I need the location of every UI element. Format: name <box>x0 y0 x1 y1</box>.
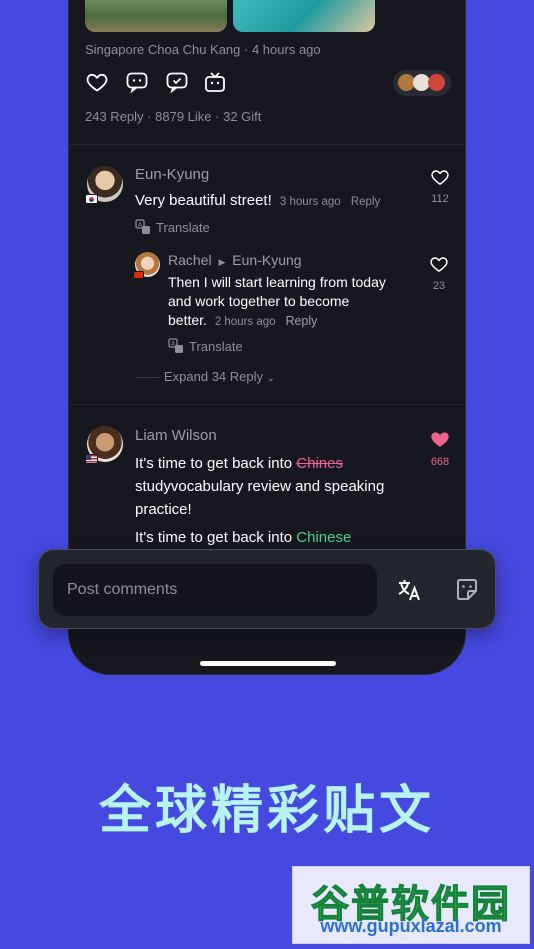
like-count: 112 <box>431 193 449 205</box>
avatar[interactable] <box>85 166 123 204</box>
reply-count[interactable]: 243 Reply <box>85 109 144 124</box>
heart-icon[interactable] <box>429 254 449 274</box>
gift-count[interactable]: 32 Gift <box>223 109 261 124</box>
comment-icon[interactable] <box>125 70 149 94</box>
translate-icon[interactable] <box>395 576 423 604</box>
home-indicator[interactable] <box>200 661 336 666</box>
correction-text: It's time to get back into Chinese <box>135 529 352 546</box>
watermark-url: www.gupuxlazal.com <box>320 916 502 936</box>
reply-like[interactable]: 23 <box>424 254 454 292</box>
translate-button[interactable]: A Translate <box>135 219 210 235</box>
post-photo[interactable] <box>233 0 375 32</box>
heart-icon[interactable] <box>430 167 450 187</box>
comment-time: 3 hours ago <box>279 196 341 208</box>
comment-author[interactable]: Eun-Kyung <box>135 166 209 183</box>
reply-arrow-icon: ▶ <box>218 257 226 267</box>
comment-author[interactable]: Liam Wilson <box>135 427 217 444</box>
reply-button[interactable]: Reply <box>351 196 380 208</box>
like-count: 23 <box>432 280 446 292</box>
comment-composer <box>38 549 496 629</box>
incorrect-word: Chines <box>296 455 343 472</box>
check-message-icon[interactable] <box>165 70 189 94</box>
reply-text: Then I will start learning from today an… <box>168 274 386 328</box>
post-location: Singapore Choa Chu Kang <box>85 42 241 57</box>
gift-icon[interactable] <box>203 70 227 94</box>
like-count: 668 <box>430 456 450 468</box>
post-meta: Singapore Choa Chu Kang · 4 hours ago <box>85 42 321 57</box>
comment-text: Very beautiful street! 3 hours ago Reply <box>135 192 381 209</box>
post-comment-input[interactable] <box>53 564 377 616</box>
comment-like[interactable]: 112 <box>425 167 455 205</box>
watermark: 谷普软件园 www.gupuxlazal.com <box>292 866 530 944</box>
heart-icon[interactable] <box>85 70 109 94</box>
translate-button[interactable]: A Translate <box>168 338 243 354</box>
translate-icon: A <box>168 338 183 353</box>
avatar[interactable] <box>133 252 160 279</box>
sticker-icon[interactable] <box>453 576 481 604</box>
like-count[interactable]: 8879 Like <box>155 109 211 124</box>
reply-author: Rachel ▶ Eun-Kyung <box>168 252 302 268</box>
divider <box>69 144 465 145</box>
avatar[interactable] <box>85 426 123 464</box>
flag-cn-icon <box>133 271 144 279</box>
chevron-down-icon: ⌄ <box>266 373 276 384</box>
reply-time: 2 hours ago <box>214 316 276 328</box>
comment-text: It's time to get back into Chines studyv… <box>135 455 385 518</box>
post-actions <box>85 70 451 96</box>
flag-kr-icon <box>85 194 98 204</box>
gift-sticker-icon <box>428 74 445 91</box>
gift-givers[interactable] <box>393 70 451 96</box>
expand-replies-button[interactable]: Expand 34 Reply ⌄ <box>164 369 275 384</box>
post-photo[interactable] <box>85 0 227 32</box>
flag-us-icon <box>85 454 98 464</box>
expand-divider <box>135 377 159 378</box>
translate-icon: A <box>135 219 150 234</box>
corrected-word: Chinese <box>296 529 352 546</box>
heart-filled-icon[interactable] <box>429 428 451 450</box>
post-time: 4 hours ago <box>251 42 321 57</box>
post-stats: 243 Reply · 8879 Like · 32 Gift <box>85 109 262 124</box>
comment-like[interactable]: 668 <box>425 428 455 468</box>
divider <box>69 404 465 405</box>
promo-tagline: 全球精彩贴文 <box>98 781 435 841</box>
reply-button[interactable]: Reply <box>285 314 317 328</box>
